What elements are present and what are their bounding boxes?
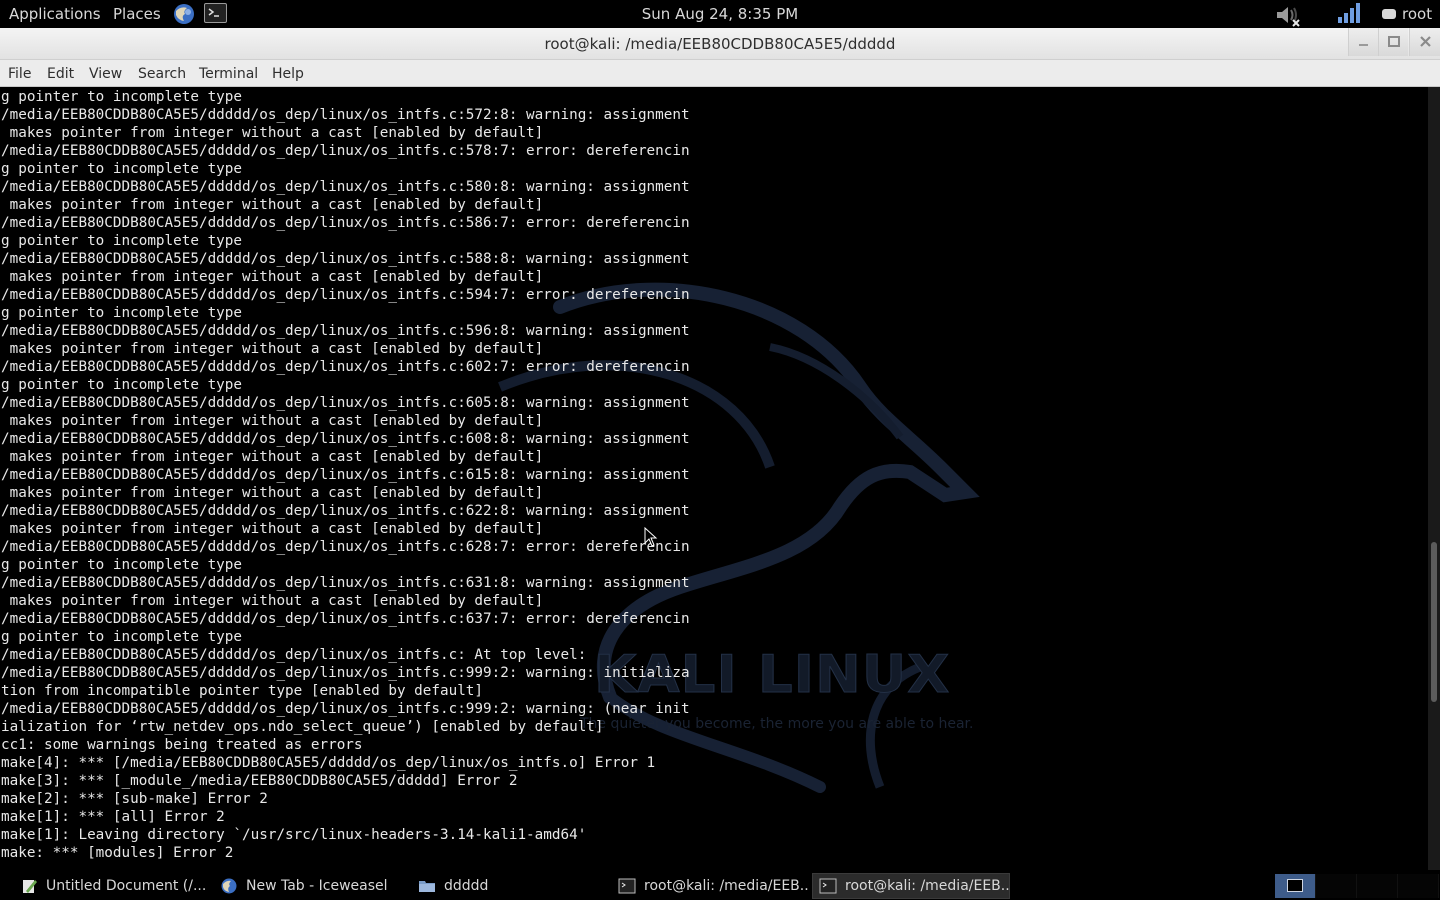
terminal-line: make[2]: *** [sub-make] Error 2 xyxy=(1,791,268,807)
workspace-2[interactable] xyxy=(1316,874,1357,898)
volume-muted-icon[interactable] xyxy=(1274,3,1302,27)
iceweasel-icon xyxy=(221,878,237,894)
window-title: root@kali: /media/EEB80CDDB80CA5E5/ddddd xyxy=(544,35,896,53)
task-label: Untitled Document (/... xyxy=(46,878,206,894)
taskbar-item-terminal-2[interactable]: root@kali: /media/EEB... xyxy=(812,873,1010,899)
terminal-line: g pointer to incomplete type xyxy=(1,89,243,105)
terminal-line: /media/EEB80CDDB80CA5E5/ddddd/os_dep/lin… xyxy=(1,647,587,663)
folder-icon xyxy=(419,881,435,892)
terminal-line: /media/EEB80CDDB80CA5E5/ddddd/os_dep/lin… xyxy=(1,359,690,375)
task-label: ddddd xyxy=(444,878,489,894)
taskbar-item-terminal-1[interactable]: root@kali: /media/EEB... xyxy=(612,873,810,899)
clock[interactable]: Sun Aug 24, 8:35 PM xyxy=(0,5,1440,23)
terminal-line: /media/EEB80CDDB80CA5E5/ddddd/os_dep/lin… xyxy=(1,179,690,195)
terminal-line: makes pointer from integer without a cas… xyxy=(1,485,544,501)
terminal-line: g pointer to incomplete type xyxy=(1,305,243,321)
terminal-line: g pointer to incomplete type xyxy=(1,377,243,393)
terminal-line: make[4]: *** [/media/EEB80CDDB80CA5E5/dd… xyxy=(1,755,656,771)
terminal-line: make[1]: *** [all] Error 2 xyxy=(1,809,225,825)
terminal-line: tion from incompatible pointer type [ena… xyxy=(1,683,484,699)
menu-view[interactable]: View xyxy=(89,66,122,82)
terminal-line: /media/EEB80CDDB80CA5E5/ddddd/os_dep/lin… xyxy=(1,251,690,267)
user-menu[interactable]: root xyxy=(1382,5,1432,23)
close-button[interactable] xyxy=(1409,28,1440,56)
taskbar-item-iceweasel[interactable]: New Tab - Iceweasel xyxy=(214,873,404,899)
workspace-3[interactable] xyxy=(1357,874,1398,898)
menu-terminal[interactable]: Terminal xyxy=(199,66,258,82)
terminal-line: /media/EEB80CDDB80CA5E5/ddddd/os_dep/lin… xyxy=(1,467,690,483)
terminal-scrollbar[interactable] xyxy=(1428,87,1440,870)
terminal-line: makes pointer from integer without a cas… xyxy=(1,197,544,213)
terminal-line: makes pointer from integer without a cas… xyxy=(1,269,544,285)
terminal-menubar: File Edit View Search Terminal Help xyxy=(0,60,1440,87)
terminal-icon xyxy=(618,878,636,894)
minimize-button[interactable] xyxy=(1348,28,1378,56)
terminal-line: /media/EEB80CDDB80CA5E5/ddddd/os_dep/lin… xyxy=(1,611,690,627)
terminal-line: /media/EEB80CDDB80CA5E5/ddddd/os_dep/lin… xyxy=(1,395,690,411)
terminal-line: /media/EEB80CDDB80CA5E5/ddddd/os_dep/lin… xyxy=(1,575,690,591)
menu-help[interactable]: Help xyxy=(272,66,304,82)
terminal-line: /media/EEB80CDDB80CA5E5/ddddd/os_dep/lin… xyxy=(1,503,690,519)
scrollbar-thumb[interactable] xyxy=(1431,542,1437,702)
terminal-line: /media/EEB80CDDB80CA5E5/ddddd/os_dep/lin… xyxy=(1,701,690,717)
terminal-line: cc1: some warnings being treated as erro… xyxy=(1,737,363,753)
terminal-line: make[1]: Leaving directory `/usr/src/lin… xyxy=(1,827,587,843)
terminal-line: /media/EEB80CDDB80CA5E5/ddddd/os_dep/lin… xyxy=(1,665,690,681)
terminal-line: /media/EEB80CDDB80CA5E5/ddddd/os_dep/lin… xyxy=(1,215,690,231)
terminal-output[interactable]: g pointer to incomplete type/media/EEB80… xyxy=(1,88,1421,862)
window-titlebar[interactable]: root@kali: /media/EEB80CDDB80CA5E5/ddddd xyxy=(0,28,1440,60)
network-signal-icon[interactable] xyxy=(1337,2,1361,24)
task-label: root@kali: /media/EEB... xyxy=(644,878,810,894)
terminal-icon xyxy=(819,878,837,894)
terminal-line: g pointer to incomplete type xyxy=(1,629,243,645)
workspace-switcher xyxy=(1275,874,1440,898)
workspace-1[interactable] xyxy=(1275,874,1316,898)
task-label: root@kali: /media/EEB... xyxy=(845,878,1010,894)
terminal-area[interactable]: KALI LINUX The quieter you become, the m… xyxy=(0,87,1428,870)
taskbar-item-folder[interactable]: ddddd xyxy=(412,873,602,899)
terminal-line: /media/EEB80CDDB80CA5E5/ddddd/os_dep/lin… xyxy=(1,107,690,123)
terminal-line: /media/EEB80CDDB80CA5E5/ddddd/os_dep/lin… xyxy=(1,431,690,447)
terminal-line: makes pointer from integer without a cas… xyxy=(1,521,544,537)
chat-status-icon xyxy=(1382,9,1396,19)
workspace-4[interactable] xyxy=(1398,874,1439,898)
terminal-line: /media/EEB80CDDB80CA5E5/ddddd/os_dep/lin… xyxy=(1,143,690,159)
window-thumbnail xyxy=(1287,879,1303,892)
terminal-line: makes pointer from integer without a cas… xyxy=(1,341,544,357)
terminal-line: g pointer to incomplete type xyxy=(1,161,243,177)
terminal-line: g pointer to incomplete type xyxy=(1,557,243,573)
terminal-line: makes pointer from integer without a cas… xyxy=(1,125,544,141)
menu-file[interactable]: File xyxy=(8,66,31,82)
mouse-pointer-icon xyxy=(644,527,658,547)
menu-search[interactable]: Search xyxy=(138,66,186,82)
bottom-taskbar: Untitled Document (/... New Tab - Icewea… xyxy=(0,871,1440,900)
taskbar-item-text-editor[interactable]: Untitled Document (/... xyxy=(14,873,206,899)
terminal-line: /media/EEB80CDDB80CA5E5/ddddd/os_dep/lin… xyxy=(1,287,690,303)
terminal-line: makes pointer from integer without a cas… xyxy=(1,413,544,429)
text-editor-icon xyxy=(23,880,37,893)
task-label: New Tab - Iceweasel xyxy=(246,878,388,894)
menu-edit[interactable]: Edit xyxy=(47,66,74,82)
terminal-line: /media/EEB80CDDB80CA5E5/ddddd/os_dep/lin… xyxy=(1,323,690,339)
terminal-line: makes pointer from integer without a cas… xyxy=(1,449,544,465)
terminal-line: make[3]: *** [_module_/media/EEB80CDDB80… xyxy=(1,773,518,789)
top-panel: Applications Places Sun Aug 24, 8:35 PM … xyxy=(0,0,1440,28)
terminal-line: /media/EEB80CDDB80CA5E5/ddddd/os_dep/lin… xyxy=(1,539,690,555)
maximize-button[interactable] xyxy=(1378,28,1408,56)
terminal-line: ialization for ‘rtw_netdev_ops.ndo_selec… xyxy=(1,719,604,735)
terminal-line: g pointer to incomplete type xyxy=(1,233,243,249)
user-name: root xyxy=(1402,5,1433,23)
terminal-line: make: *** [modules] Error 2 xyxy=(1,845,234,861)
terminal-line: makes pointer from integer without a cas… xyxy=(1,593,544,609)
